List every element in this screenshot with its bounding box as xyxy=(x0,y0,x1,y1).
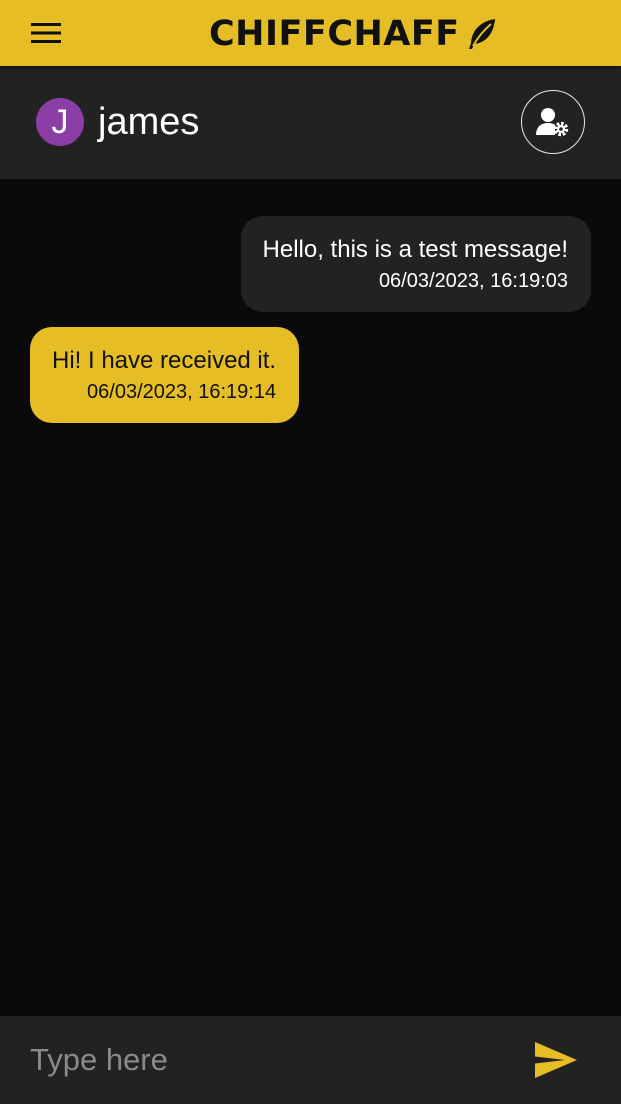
hamburger-menu-icon xyxy=(31,23,61,43)
message-timestamp: 06/03/2023, 16:19:14 xyxy=(87,381,277,403)
top-app-bar: CHIFFCHAFF xyxy=(0,0,621,66)
send-button[interactable] xyxy=(528,1036,584,1084)
user-settings-icon xyxy=(536,108,569,137)
brand-name: CHIFFCHAFF xyxy=(209,14,460,54)
message-timestamp: 06/03/2023, 16:19:03 xyxy=(378,270,568,292)
brand-logo[interactable]: CHIFFCHAFF xyxy=(209,13,498,55)
chat-app: CHIFFCHAFF J james Hello, this is a test… xyxy=(0,0,621,1104)
message-input[interactable] xyxy=(30,1036,500,1084)
user-settings-button[interactable] xyxy=(521,90,585,154)
chat-header: J james xyxy=(0,66,621,179)
message-list[interactable]: Hello, this is a test message! 06/03/202… xyxy=(0,179,621,1016)
message-text: Hi! I have received it. xyxy=(52,347,277,374)
message-sent: Hello, this is a test message! 06/03/202… xyxy=(240,216,591,312)
message-received: Hi! I have received it. 06/03/2023, 16:1… xyxy=(30,327,300,423)
feather-icon xyxy=(468,19,495,49)
avatar[interactable]: J xyxy=(36,98,84,146)
contact-name: james xyxy=(98,101,200,143)
message-composer xyxy=(0,1016,621,1104)
send-icon xyxy=(535,1042,577,1078)
menu-button[interactable] xyxy=(22,13,70,53)
message-text: Hello, this is a test message! xyxy=(262,236,568,263)
